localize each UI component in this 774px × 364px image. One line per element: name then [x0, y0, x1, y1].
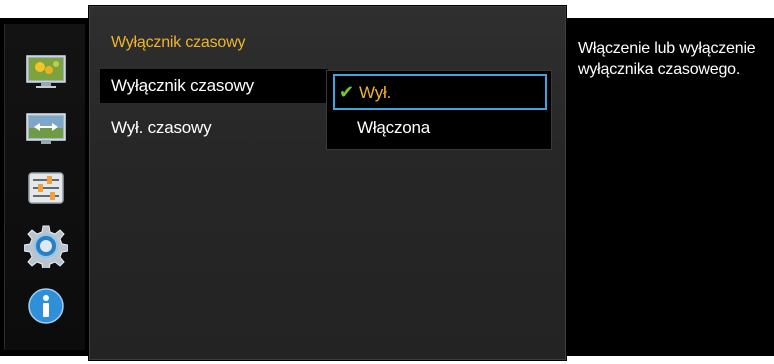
settings-gear-icon[interactable] [24, 224, 68, 268]
option-on-label: Włączona [357, 118, 431, 137]
menu-item-turn-off-after[interactable]: Wył. czasowy [100, 111, 328, 145]
checkmark-icon: ✔ [339, 82, 354, 102]
info-icon[interactable] [24, 284, 68, 328]
menu-title: Wyłącznik czasowy [111, 34, 246, 51]
menu-item-off-timer[interactable]: Wyłącznik czasowy [100, 69, 328, 103]
option-off-label: Wył. [359, 83, 392, 102]
option-off[interactable]: ✔ Wył. [333, 74, 547, 110]
option-on[interactable]: Włączona [333, 112, 547, 148]
category-sidebar [4, 24, 85, 350]
help-text: Włączenie lub wyłączenie wyłącznika czas… [578, 40, 756, 78]
screen-size-icon[interactable] [24, 108, 68, 152]
picture-icon[interactable] [24, 50, 68, 94]
help-panel: Włączenie lub wyłączenie wyłącznika czas… [566, 22, 772, 356]
menu-panel: Wyłącznik czasowy Wyłącznik czasowy Wył.… [89, 6, 566, 360]
adjust-sliders-icon[interactable] [24, 166, 68, 210]
off-timer-dropdown: ✔ Wył. Włączona [326, 70, 552, 150]
